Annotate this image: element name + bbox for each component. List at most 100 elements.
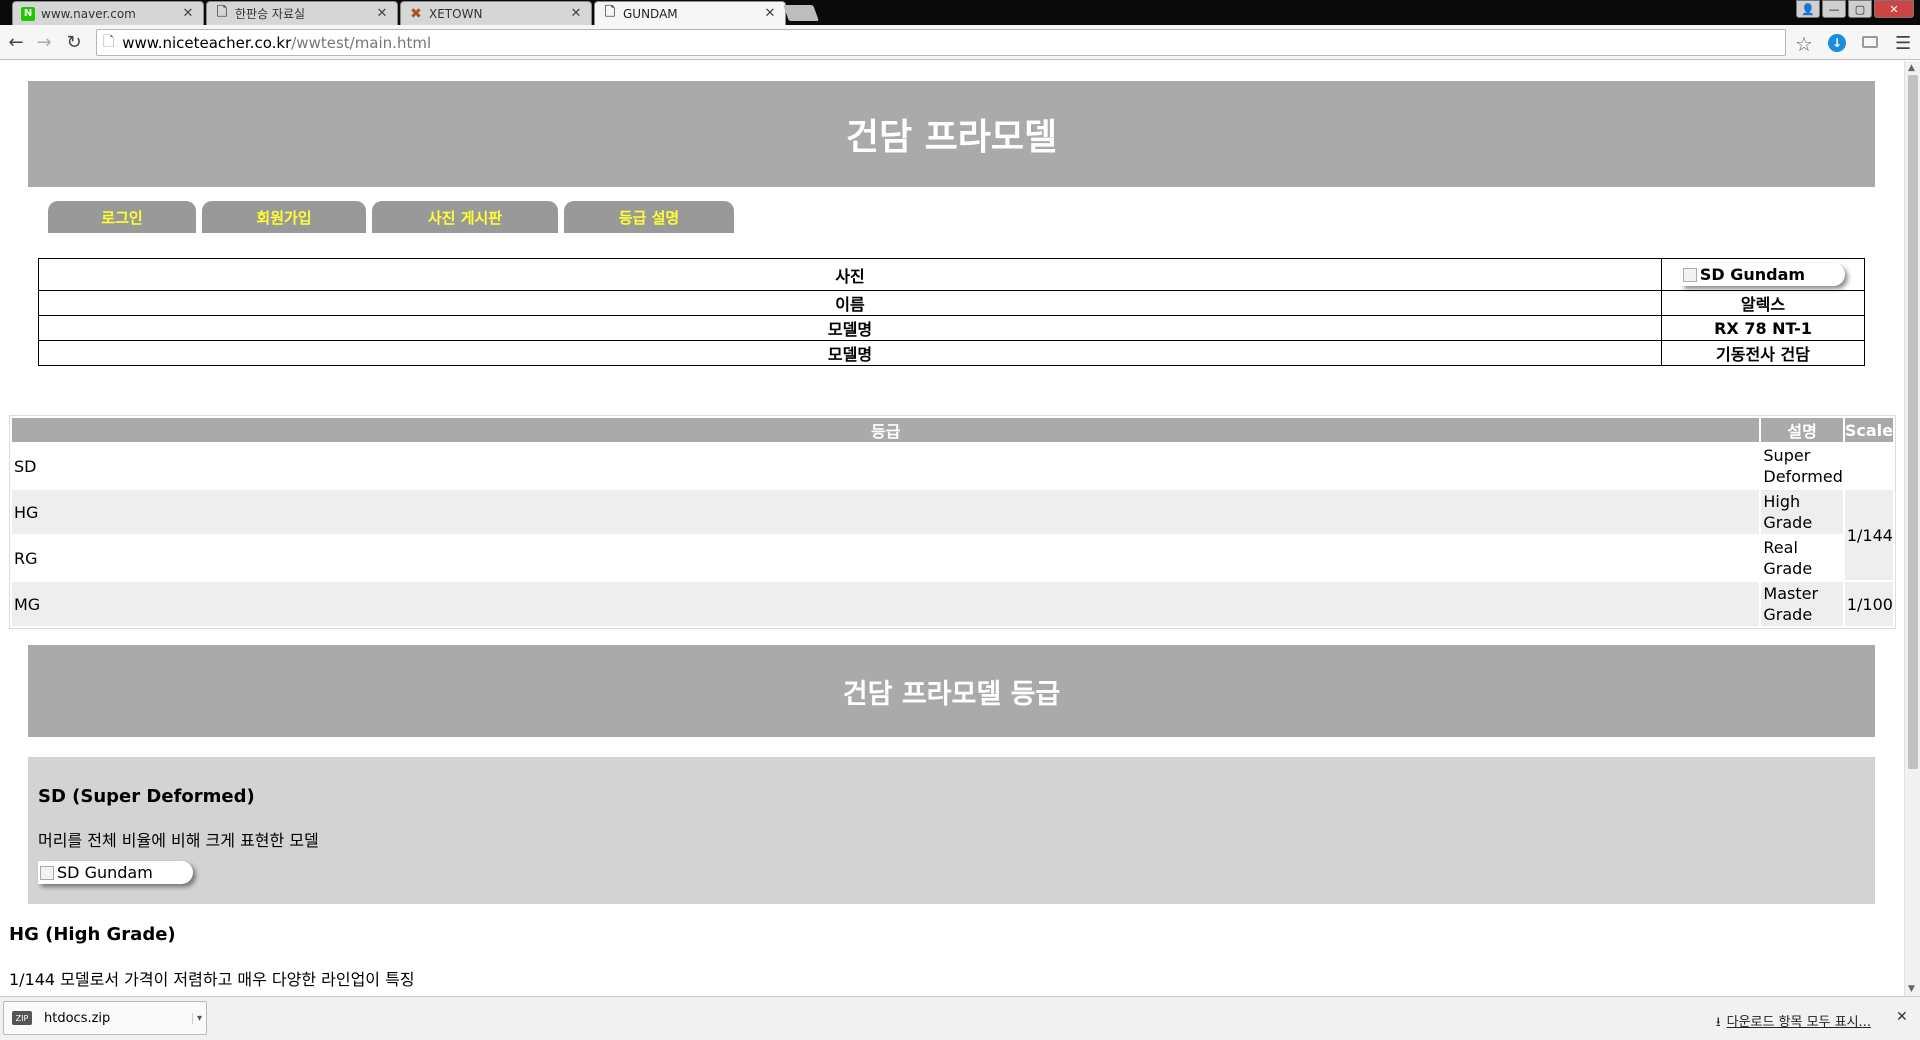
nav-photo-board[interactable]: 사진 게시판	[372, 201, 558, 233]
page-viewport: 건담 프라모델 로그인 회원가입 사진 게시판 등급 설명 사진 SD Gund…	[0, 61, 1904, 996]
info-label: 이름	[38, 290, 1662, 316]
download-shelf: ZIP htdocs.zip ▾ ⭳ 다운로드 항목 모두 표시... ✕	[0, 996, 1920, 1040]
table-row: MG Master Grade 1/100	[12, 582, 1893, 626]
user-profile-icon[interactable]: 👤	[1796, 0, 1820, 18]
page-title: 건담 프라모델	[28, 81, 1875, 187]
info-value: RX 78 NT-1	[1661, 315, 1865, 341]
info-label: 모델명	[38, 340, 1662, 366]
tab-naver[interactable]: N www.naver.com ✕	[12, 1, 204, 25]
scroll-up-icon[interactable]: ▲	[1908, 63, 1915, 73]
nav-login[interactable]: 로그인	[48, 201, 196, 233]
description-cell: Super Deformed	[1761, 444, 1843, 488]
grade-table-header: 등급 설명 Scale	[12, 418, 1893, 442]
description-cell: Master Grade	[1761, 582, 1843, 626]
nav-signup[interactable]: 회원가입	[202, 201, 366, 233]
info-label: 모델명	[38, 315, 1662, 341]
browser-toolbar: ← → ↻ 🗋 www.niceteacher.co.kr/wwtest/mai…	[0, 25, 1920, 60]
address-host: www.niceteacher.co.kr	[122, 33, 292, 52]
download-extension-icon[interactable]: ↓	[1828, 34, 1846, 52]
grade-cell: RG	[12, 536, 1760, 580]
grade-section-title: 건담 프라모델 등급	[28, 645, 1875, 737]
model-info-table: 사진 SD Gundam 이름 알렉스 모델명 RX 78 NT-1 모델명 기…	[38, 258, 1865, 366]
zip-file-icon: ZIP	[12, 1011, 32, 1025]
info-label: 사진	[38, 258, 1662, 291]
minimize-icon[interactable]: —	[1822, 0, 1846, 18]
address-bar[interactable]: 🗋 www.niceteacher.co.kr/wwtest/main.html	[96, 29, 1786, 56]
scroll-down-icon[interactable]: ▼	[1908, 984, 1915, 994]
document-favicon-icon: 🗋	[604, 4, 616, 20]
sd-heading: SD (Super Deformed)	[38, 786, 255, 807]
scale-cell: 1/100	[1844, 582, 1893, 626]
document-favicon-icon: 🗋	[216, 4, 228, 20]
tab-close-icon[interactable]: ✕	[569, 6, 583, 21]
sd-gundam-broken-image: SD Gundam	[1680, 263, 1846, 286]
page-icon: 🗋	[103, 33, 115, 50]
browser-tab-strip: N www.naver.com ✕ 🗋 한판승 자료실 ✕ ✖ XETOWN ✕…	[0, 0, 1920, 25]
reload-icon[interactable]: ↻	[62, 30, 86, 54]
tab-label: www.naver.com	[41, 6, 136, 21]
info-value: 기동전사 건담	[1661, 340, 1865, 366]
vertical-scrollbar[interactable]: ▲ ▼	[1904, 61, 1920, 996]
show-all-downloads-link[interactable]: ⭳ 다운로드 항목 모두 표시...	[1716, 1011, 1871, 1035]
sd-gundam-broken-image: SD Gundam	[38, 861, 193, 884]
bookmark-star-icon[interactable]: ☆	[1795, 32, 1813, 56]
broken-image-icon	[1682, 267, 1697, 282]
tab-hanpanseung[interactable]: 🗋 한판승 자료실 ✕	[206, 1, 398, 25]
broken-image-icon	[40, 865, 54, 880]
tab-xetown[interactable]: ✖ XETOWN ✕	[400, 1, 592, 25]
grade-cell: MG	[12, 582, 1760, 626]
tab-label: 한판승 자료실	[235, 7, 306, 21]
image-alt-text: SD Gundam	[1699, 265, 1806, 284]
close-shelf-icon[interactable]: ✕	[1896, 1009, 1908, 1025]
naver-favicon-icon: N	[21, 6, 35, 21]
info-row-name: 이름 알렉스	[38, 290, 1865, 316]
scrollbar-thumb[interactable]	[1908, 75, 1918, 769]
cast-extension-icon[interactable]	[1862, 36, 1878, 48]
back-arrow-icon[interactable]: ←	[4, 30, 28, 54]
tab-close-icon[interactable]: ✕	[375, 6, 389, 21]
maximize-icon[interactable]: ▢	[1848, 0, 1872, 18]
new-tab-button[interactable]	[783, 5, 819, 21]
hg-heading: HG (High Grade)	[9, 924, 176, 945]
table-row: HG High Grade 1/144	[12, 490, 1893, 580]
chevron-down-icon[interactable]: ▾	[192, 1012, 206, 1024]
download-filename: htdocs.zip	[44, 1010, 111, 1026]
scale-cell	[1844, 444, 1893, 488]
grade-cell: HG	[12, 490, 1760, 534]
info-row-series: 모델명 기동전사 건담	[38, 340, 1865, 366]
grade-cell: SD	[12, 444, 1760, 488]
nav-grade-description[interactable]: 등급 설명	[564, 201, 734, 233]
description-cell: Real Grade	[1761, 536, 1843, 580]
sd-section: SD (Super Deformed) 머리를 전체 비율에 비해 크게 표현한…	[28, 757, 1875, 904]
tab-label: XETOWN	[429, 6, 483, 21]
table-row: RG Real Grade	[12, 536, 1893, 580]
info-row-photo: 사진 SD Gundam	[38, 258, 1865, 291]
window-controls: 👤 — ▢ ✕	[1796, 0, 1914, 18]
xetown-favicon-icon: ✖	[410, 5, 422, 22]
show-all-label: 다운로드 항목 모두 표시...	[1726, 1015, 1871, 1030]
hg-section: HG (High Grade) 1/144 모델로서 가격이 저렴하고 매우 다…	[9, 924, 415, 990]
grade-header: 등급	[12, 418, 1760, 442]
tab-gundam[interactable]: 🗋 GUNDAM ✕	[594, 1, 786, 25]
image-alt-text: SD Gundam	[57, 863, 153, 882]
hg-description: 1/144 모델로서 가격이 저렴하고 매우 다양한 라인업이 특징	[9, 970, 415, 989]
close-window-icon[interactable]: ✕	[1874, 0, 1914, 18]
scale-header: Scale	[1844, 418, 1893, 442]
grade-table: 등급 설명 Scale SD Super Deformed HG High Gr…	[9, 415, 1896, 629]
info-value-photo: SD Gundam	[1661, 258, 1865, 291]
tab-close-icon[interactable]: ✕	[181, 6, 195, 21]
table-row: SD Super Deformed	[12, 444, 1893, 488]
hamburger-menu-icon[interactable]: ☰	[1895, 33, 1911, 54]
download-item[interactable]: ZIP htdocs.zip ▾	[3, 1001, 207, 1035]
info-row-model: 모델명 RX 78 NT-1	[38, 315, 1865, 341]
scale-cell: 1/144	[1844, 490, 1893, 580]
forward-arrow-icon[interactable]: →	[32, 30, 56, 54]
address-path: /wwtest/main.html	[291, 33, 432, 52]
main-nav: 로그인 회원가입 사진 게시판 등급 설명	[48, 201, 734, 233]
description-header: 설명	[1761, 418, 1843, 442]
info-value: 알렉스	[1661, 290, 1865, 316]
tab-close-icon[interactable]: ✕	[763, 6, 777, 21]
description-cell: High Grade	[1761, 490, 1843, 534]
download-arrow-icon: ⭳	[1716, 1015, 1721, 1030]
tab-label: GUNDAM	[623, 6, 678, 21]
